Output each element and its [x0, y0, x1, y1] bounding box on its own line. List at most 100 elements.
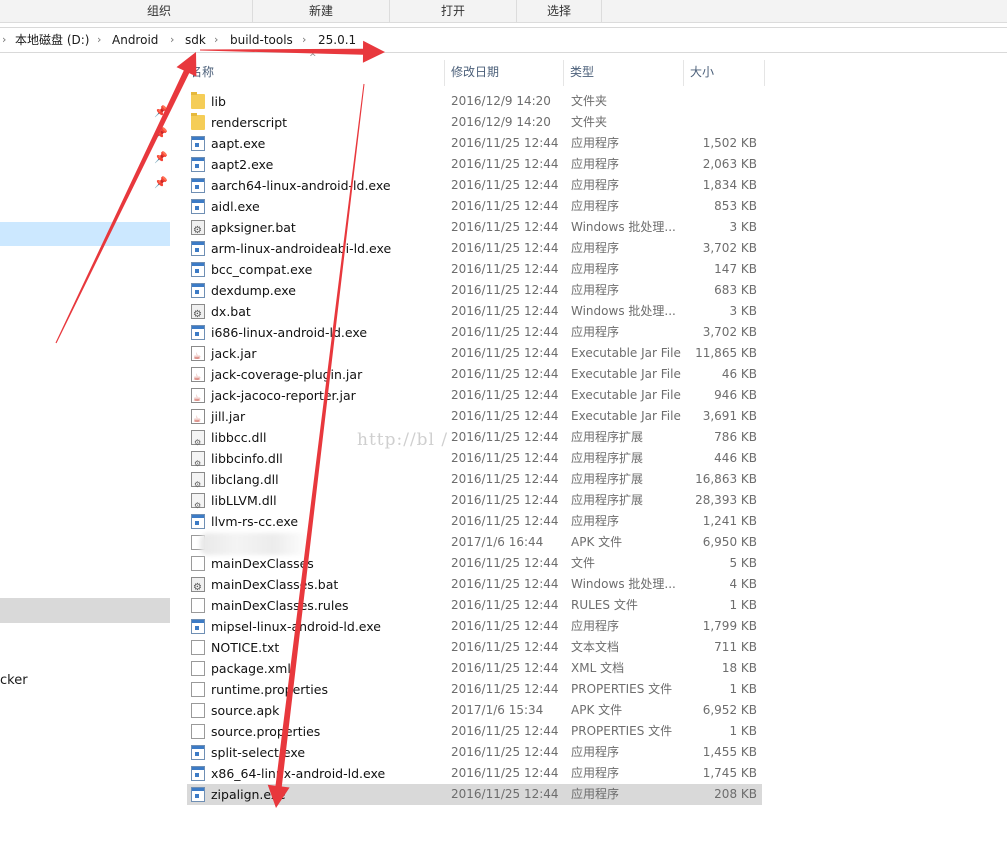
file-name: jill.jar — [211, 409, 246, 424]
file-date: 2016/11/25 12:44 — [451, 325, 559, 339]
exe-icon — [191, 241, 205, 256]
ribbon-group-select[interactable]: 选择 — [517, 0, 602, 22]
file-row[interactable]: aarch64-linux-android-ld.exe 2016/11/25 1… — [187, 175, 762, 196]
file-row[interactable]: jack-coverage-plugin.jar 2016/11/25 12:44… — [187, 364, 762, 389]
file-row[interactable]: jill.jar 2016/11/25 12:44 Executable Jar F… — [187, 406, 762, 431]
file-name: aarch64-linux-android-ld.exe — [211, 178, 391, 193]
file-row[interactable]: source.properties 2016/11/25 12:44 PROPERT… — [187, 721, 762, 742]
column-divider[interactable] — [764, 60, 765, 86]
file-row[interactable]: mipsel-linux-android-ld.exe 2016/11/25 12… — [187, 616, 762, 637]
file-type: 应用程序 — [571, 157, 620, 171]
file-row[interactable]: aapt.exe 2016/11/25 12:44 应用程序 1,502 KB — [187, 133, 762, 154]
breadcrumb-version[interactable]: 25.0.1 — [318, 28, 356, 52]
file-name: arm-linux-androideabi-ld.exe — [211, 241, 392, 256]
file-row[interactable]: package.xml 2016/11/25 12:44 XML 文档 18 KB — [187, 658, 762, 679]
file-size: 46 KB — [721, 367, 757, 381]
file-row[interactable]: dx.bat 2016/11/25 12:44 Windows 批处理... 3 KB — [187, 301, 762, 325]
file-type: 应用程序 — [571, 325, 620, 339]
file-date: 2016/11/25 12:44 — [451, 619, 559, 633]
ribbon-group-open[interactable]: 打开 — [390, 0, 517, 22]
file-row[interactable]: libbcc.dll 2016/11/25 12:44 应用程序扩展 786 KB — [187, 427, 762, 453]
file-row[interactable]: arm-linux-androideabi-ld.exe 2016/11/25 1… — [187, 238, 762, 259]
file-row[interactable]: aidl.exe 2016/11/25 12:44 应用程序 853 KB — [187, 196, 762, 217]
file-date: 2016/11/25 12:44 — [451, 724, 559, 738]
column-divider[interactable] — [444, 60, 445, 86]
file-row[interactable]: dexdump.exe 2016/11/25 12:44 应用程序 683 KB — [187, 280, 762, 301]
jar-icon — [191, 346, 205, 368]
file-row[interactable]: zipalign.exe 2016/11/25 12:44 应用程序 208 KB — [187, 784, 762, 805]
nav-item-label[interactable]: cker — [0, 673, 28, 688]
breadcrumb-drive[interactable]: 本地磁盘 (D:) — [15, 28, 89, 52]
file-row[interactable]: NOTICE.txt 2016/11/25 12:44 文本文档 711 KB — [187, 637, 762, 658]
file-row[interactable]: jack-jacoco-reporter.jar 2016/11/25 12:44… — [187, 385, 762, 410]
file-size: 3 KB — [729, 304, 757, 318]
file-name: bcc_compat.exe — [211, 262, 313, 277]
column-header-type[interactable]: 类型 — [570, 58, 680, 86]
file-name: lib — [211, 94, 226, 109]
bat-icon — [191, 577, 205, 598]
column-divider[interactable] — [563, 60, 564, 86]
chevron-right-icon[interactable]: › — [214, 28, 218, 52]
file-row[interactable]: source.apk 2017/1/6 15:34 APK 文件 6,952 KB — [187, 700, 762, 721]
file-row[interactable]: split-select.exe 2016/11/25 12:44 应用程序 1,45… — [187, 742, 762, 763]
file-type: Windows 批处理... — [571, 220, 676, 234]
file-name: mainDexClasses — [211, 556, 314, 571]
file-size: 2,063 KB — [702, 157, 757, 171]
nav-item-hover[interactable] — [0, 598, 170, 623]
file-row[interactable]: mainDexClasses.rules 2016/11/25 12:44 RULE… — [187, 595, 762, 616]
file-name: libLLVM.dll — [211, 493, 277, 508]
file-row[interactable]: llvm-rs-cc.exe 2016/11/25 12:44 应用程序 1,241 … — [187, 511, 762, 532]
breadcrumb-build-tools[interactable]: build-tools — [230, 28, 293, 52]
file-size: 1,745 KB — [702, 766, 757, 780]
pin-icon[interactable]: 📌 — [154, 152, 168, 164]
file-name: dx.bat — [211, 304, 251, 319]
breadcrumb-sdk[interactable]: sdk — [185, 28, 206, 52]
column-header-date[interactable]: 修改日期 — [451, 58, 561, 86]
file-row[interactable]: mainDexClasses 2016/11/25 12:44 文件 5 KB — [187, 553, 762, 574]
file-size: 683 KB — [714, 283, 757, 297]
chevron-right-icon[interactable]: › — [97, 28, 101, 52]
column-header-size[interactable]: 大小 — [690, 58, 760, 86]
pin-icon[interactable]: 📌 — [154, 177, 168, 189]
file-row[interactable]: libbcinfo.dll 2016/11/25 12:44 应用程序扩展 446 K… — [187, 448, 762, 474]
address-bar[interactable]: › 本地磁盘 (D:) › Android › sdk › build-tool… — [0, 27, 1007, 53]
file-row[interactable]: jack.jar 2016/11/25 12:44 Executable Jar F… — [187, 343, 762, 368]
file-date: 2016/11/25 12:44 — [451, 178, 559, 192]
file-name: zipalign.exe — [211, 787, 286, 802]
file-row[interactable]: aapt2.exe 2016/11/25 12:44 应用程序 2,063 KB — [187, 154, 762, 175]
chevron-right-icon[interactable]: › — [170, 28, 174, 52]
file-icon — [191, 661, 205, 676]
file-row[interactable]: mainDexClasses.bat 2016/11/25 12:44 Window… — [187, 574, 762, 598]
column-header-name[interactable]: 名称 — [190, 58, 440, 86]
file-size: 28,393 KB — [695, 493, 757, 507]
file-date: 2016/11/25 12:44 — [451, 409, 559, 423]
file-row[interactable]: runtime.properties 2016/11/25 12:44 PROPER… — [187, 679, 762, 700]
file-type: Executable Jar File — [571, 367, 681, 381]
chevron-right-icon[interactable]: › — [2, 28, 6, 52]
column-divider[interactable] — [683, 60, 684, 86]
file-row[interactable]: apksigner.bat 2016/11/25 12:44 Windows 批处理… — [187, 217, 762, 241]
file-size: 16,863 KB — [695, 472, 757, 486]
file-size: 3,702 KB — [702, 241, 757, 255]
pin-icon[interactable]: 📌 — [154, 128, 168, 140]
file-row[interactable]: libclang.dll 2016/11/25 12:44 应用程序扩展 16,863… — [187, 469, 762, 495]
file-date: 2016/11/25 12:44 — [451, 598, 559, 612]
file-size: 6,950 KB — [702, 535, 757, 549]
file-row[interactable]: x86_64-linux-android-ld.exe 2016/11/25 12… — [187, 763, 762, 784]
file-row[interactable]: renderscript 2016/12/9 14:20 文件夹 — [187, 112, 762, 133]
pin-icon[interactable]: 📌 — [154, 106, 168, 118]
ribbon-group-organize[interactable]: 组织 — [66, 0, 253, 22]
nav-item-selected[interactable] — [0, 222, 170, 246]
file-row[interactable]: lib 2016/12/9 14:20 文件夹 — [187, 91, 762, 112]
ribbon-group-new[interactable]: 新建 — [253, 0, 390, 22]
file-size: 1,799 KB — [702, 619, 757, 633]
file-name: mainDexClasses.bat — [211, 577, 339, 592]
chevron-right-icon[interactable]: › — [302, 28, 306, 52]
file-row[interactable]: bcc_compat.exe 2016/11/25 12:44 应用程序 147 KB — [187, 259, 762, 280]
breadcrumb-android[interactable]: Android — [112, 28, 158, 52]
file-row[interactable]: libLLVM.dll 2016/11/25 12:44 应用程序扩展 28,393 … — [187, 490, 762, 516]
file-name: split-select.exe — [211, 745, 306, 760]
file-date: 2016/11/25 12:44 — [451, 766, 559, 780]
file-row[interactable]: i686-linux-android-ld.exe 2016/11/25 12:4… — [187, 322, 762, 343]
file-date: 2016/11/25 12:44 — [451, 472, 559, 486]
